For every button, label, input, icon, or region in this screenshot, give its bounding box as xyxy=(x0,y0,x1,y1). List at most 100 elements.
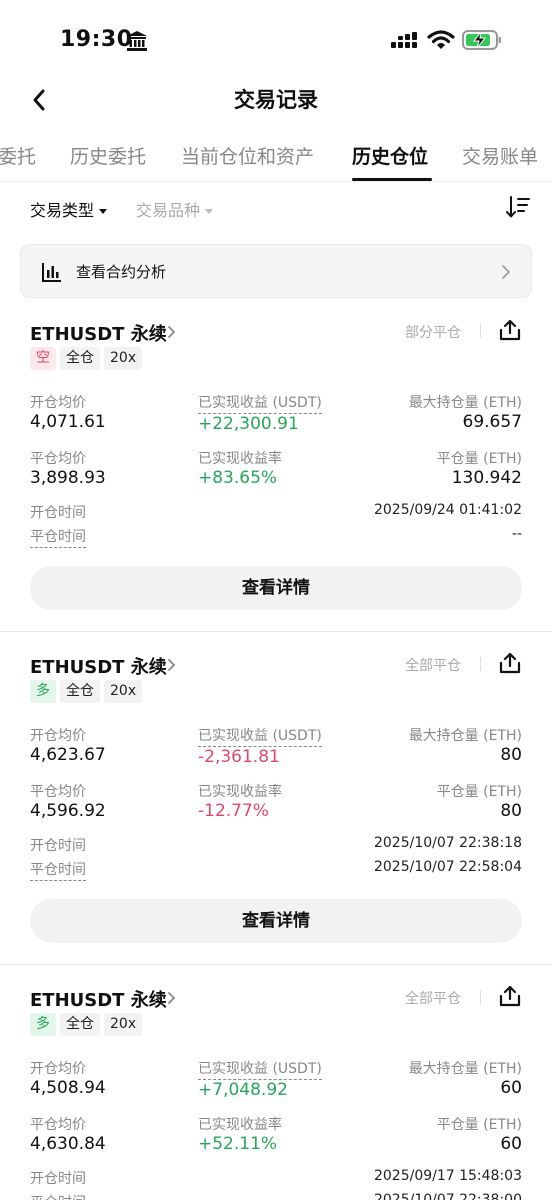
close-avg-label: 平仓均价 xyxy=(30,1117,86,1133)
direction-badge: 多 xyxy=(30,680,56,703)
realized-pnl-value: +7,048.92 xyxy=(198,1080,288,1100)
tab-current-positions[interactable]: 当前仓位和资产 xyxy=(181,142,314,169)
nav-bar: 交易记录 xyxy=(0,78,552,122)
realized-pnl-label[interactable]: 已实现收益 (USDT) xyxy=(198,725,322,747)
divider xyxy=(480,324,481,338)
trade-type-label: 交易类型 xyxy=(30,201,95,220)
leverage-badge: 20x xyxy=(104,347,143,370)
card-divider xyxy=(0,631,552,632)
max-hold-value: 69.657 xyxy=(462,412,522,432)
open-time-value: 2025/10/07 22:38:18 xyxy=(373,835,522,851)
chevron-right-icon xyxy=(168,659,176,671)
margin-mode-badge: 全仓 xyxy=(60,347,100,370)
tab-position-history[interactable]: 历史仓位 xyxy=(352,142,428,169)
tab-bar: 委托 历史委托 当前仓位和资产 历史仓位 交易账单 xyxy=(0,130,552,182)
share-icon[interactable] xyxy=(498,318,522,342)
tab-trade-bills[interactable]: 交易账单 xyxy=(462,142,538,169)
tab-orders[interactable]: 委托 xyxy=(0,142,36,169)
open-avg-label: 开仓均价 xyxy=(30,728,86,744)
close-time-label[interactable]: 平仓时间 xyxy=(30,859,86,881)
open-avg-value: 4,623.67 xyxy=(30,745,106,765)
max-hold-value: 60 xyxy=(500,1078,522,1098)
max-hold-label: 最大持仓量 (ETH) xyxy=(408,1061,522,1077)
realized-rate-label: 已实现收益率 xyxy=(198,451,282,467)
close-avg-value: 4,630.84 xyxy=(30,1134,106,1154)
open-avg-label: 开仓均价 xyxy=(30,395,86,411)
view-details-button[interactable]: 查看详情 xyxy=(30,899,522,943)
view-details-button[interactable]: 查看详情 xyxy=(30,566,522,610)
margin-mode-badge: 全仓 xyxy=(60,680,100,703)
chevron-right-icon xyxy=(168,992,176,1004)
position-symbol[interactable]: ETHUSDT 永续 xyxy=(30,320,167,346)
open-time-value: 2025/09/17 15:48:03 xyxy=(373,1168,522,1184)
filter-bar: 交易类型 交易品种 xyxy=(0,192,552,226)
close-type-label: 部分平仓 xyxy=(405,325,461,341)
divider xyxy=(480,990,481,1004)
position-symbol[interactable]: ETHUSDT 永续 xyxy=(30,653,167,679)
sort-icon[interactable] xyxy=(505,194,531,220)
open-time-value: 2025/09/24 01:41:02 xyxy=(373,502,522,518)
realized-rate-value: +83.65% xyxy=(198,468,278,488)
wifi-icon xyxy=(427,30,455,49)
position-tags: 多全仓 20x xyxy=(30,680,146,704)
open-avg-value: 4,071.61 xyxy=(30,412,106,432)
divider xyxy=(480,657,481,671)
close-qty-label: 平仓量 (ETH) xyxy=(436,1117,522,1133)
close-time-label[interactable]: 平仓时间 xyxy=(30,1192,86,1200)
share-icon[interactable] xyxy=(498,984,522,1008)
bank-icon xyxy=(127,31,147,51)
realized-rate-label: 已实现收益率 xyxy=(198,1117,282,1133)
close-qty-value: 60 xyxy=(500,1134,522,1154)
caret-down-icon xyxy=(205,209,214,214)
close-avg-value: 4,596.92 xyxy=(30,801,106,821)
position-tags: 空全仓 20x xyxy=(30,347,146,371)
close-avg-label: 平仓均价 xyxy=(30,784,86,800)
position-tags: 多全仓 20x xyxy=(30,1013,146,1037)
position-symbol[interactable]: ETHUSDT 永续 xyxy=(30,986,167,1012)
close-time-label[interactable]: 平仓时间 xyxy=(30,526,86,548)
direction-badge: 空 xyxy=(30,347,56,370)
trade-symbol-dropdown[interactable]: 交易品种 xyxy=(136,197,214,221)
trade-type-dropdown[interactable]: 交易类型 xyxy=(30,197,108,221)
card-divider xyxy=(0,964,552,965)
close-avg-value: 3,898.93 xyxy=(30,468,106,488)
direction-badge: 多 xyxy=(30,1013,56,1036)
open-time-label: 开仓时间 xyxy=(30,505,86,521)
caret-down-icon xyxy=(99,209,108,214)
tab-order-history[interactable]: 历史委托 xyxy=(70,142,146,169)
status-bar: 19:30 xyxy=(0,0,552,80)
close-qty-value: 80 xyxy=(500,801,522,821)
realized-rate-value: +52.11% xyxy=(198,1134,278,1154)
close-qty-label: 平仓量 (ETH) xyxy=(436,784,522,800)
chevron-right-icon xyxy=(168,326,176,338)
close-avg-label: 平仓均价 xyxy=(30,451,86,467)
open-avg-label: 开仓均价 xyxy=(30,1061,86,1077)
signal-icon xyxy=(391,32,417,48)
realized-rate-label: 已实现收益率 xyxy=(198,784,282,800)
contract-analysis-banner[interactable]: 查看合约分析 xyxy=(20,244,532,298)
close-time-value: 2025/10/07 22:38:00 xyxy=(373,1192,522,1200)
share-icon[interactable] xyxy=(498,651,522,675)
open-avg-value: 4,508.94 xyxy=(30,1078,106,1098)
open-time-label: 开仓时间 xyxy=(30,838,86,854)
battery-charging-icon xyxy=(462,30,501,50)
max-hold-value: 80 xyxy=(500,745,522,765)
close-time-value: 2025/10/07 22:58:04 xyxy=(373,859,522,875)
realized-pnl-label[interactable]: 已实现收益 (USDT) xyxy=(198,392,322,414)
max-hold-label: 最大持仓量 (ETH) xyxy=(408,728,522,744)
close-qty-label: 平仓量 (ETH) xyxy=(436,451,522,467)
close-time-value: -- xyxy=(511,526,522,542)
status-time: 19:30 xyxy=(60,27,133,52)
leverage-badge: 20x xyxy=(104,1013,143,1036)
active-tab-indicator xyxy=(352,178,432,181)
realized-pnl-label[interactable]: 已实现收益 (USDT) xyxy=(198,1058,322,1080)
close-qty-value: 130.942 xyxy=(451,468,522,488)
realized-pnl-value: -2,361.81 xyxy=(198,747,280,767)
contract-analysis-label: 查看合约分析 xyxy=(76,263,167,281)
realized-rate-value: -12.77% xyxy=(198,801,269,821)
max-hold-label: 最大持仓量 (ETH) xyxy=(408,395,522,411)
realized-pnl-value: +22,300.91 xyxy=(198,414,299,434)
open-time-label: 开仓时间 xyxy=(30,1171,86,1187)
bar-chart-icon xyxy=(42,263,61,282)
chevron-right-icon xyxy=(502,265,511,279)
